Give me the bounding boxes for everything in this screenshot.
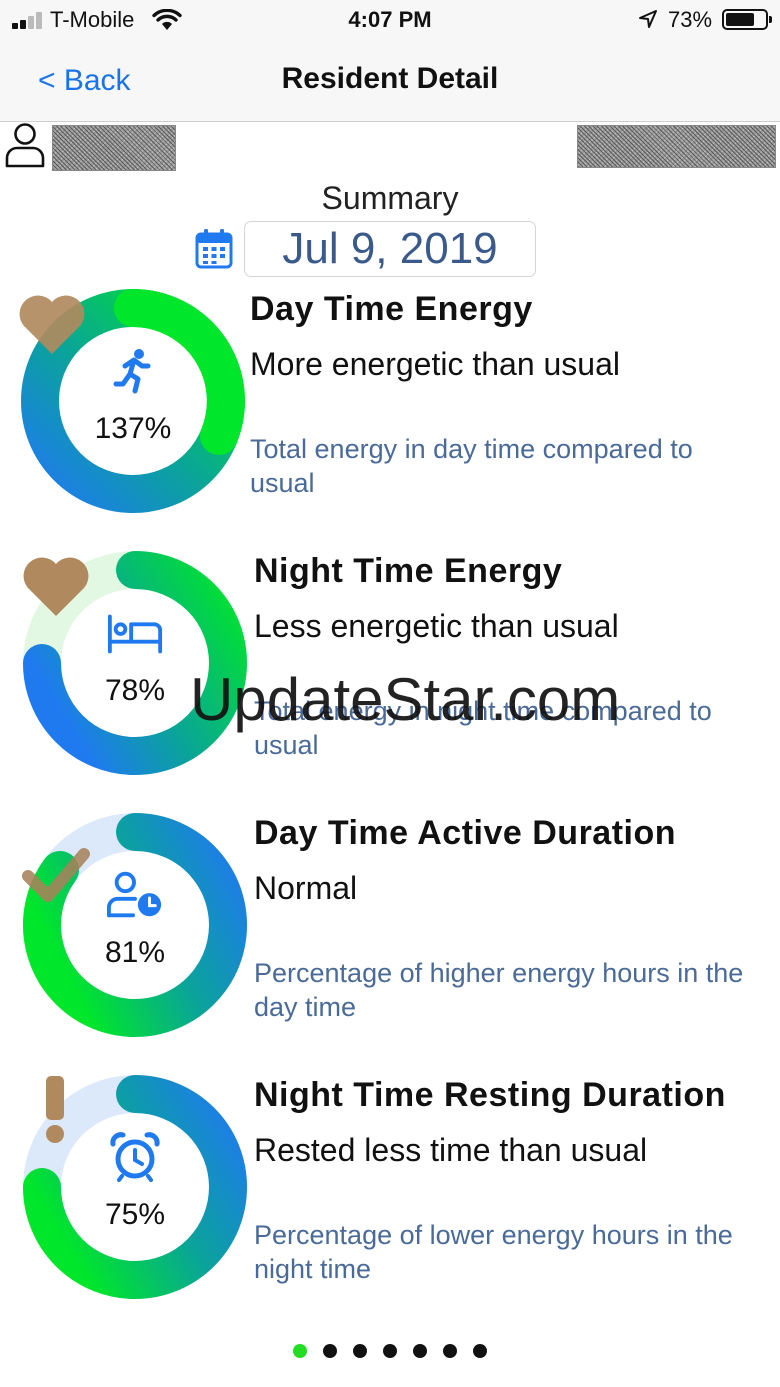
person-clock-icon — [106, 871, 162, 918]
metric-title: Day Time Active Duration — [254, 814, 677, 852]
running-person-icon — [113, 349, 151, 394]
metric-card-day-time-energy[interactable]: 137% Day Time Energy More energetic than… — [0, 288, 780, 528]
location-arrow-icon — [639, 10, 657, 28]
metric-description: Total energy in night time compared to u… — [254, 696, 712, 760]
status-bar: T-Mobile 4:07 PM 73% — [0, 0, 780, 40]
page-dot[interactable] — [473, 1344, 487, 1358]
metric-percentage: 137% — [94, 412, 172, 445]
metric-title: Day Time Energy — [250, 290, 533, 328]
metric-description: Total energy in day time compared to usu… — [250, 434, 693, 498]
checkmark-icon — [22, 848, 90, 902]
metric-description: Percentage of higher energy hours in the… — [254, 958, 744, 1022]
alarm-clock-icon — [110, 1132, 160, 1182]
date-selector[interactable]: Jul 9, 2019 — [244, 221, 536, 277]
metric-description: Percentage of lower energy hours in the … — [254, 1220, 733, 1284]
metric-percentage: 81% — [104, 936, 166, 969]
metric-card-night-time-energy[interactable]: 78% Night Time Energy Less energetic tha… — [0, 550, 780, 790]
metric-card-day-time-active-duration[interactable]: 81% Day Time Active Duration Normal Perc… — [0, 812, 780, 1052]
calendar-icon[interactable] — [195, 229, 233, 269]
navigation-bar: < Back Resident Detail — [0, 40, 780, 122]
redacted-resident-name — [52, 125, 176, 171]
metric-title: Night Time Energy — [254, 552, 563, 590]
redacted-resident-info — [577, 125, 776, 168]
page-dot[interactable] — [413, 1344, 427, 1358]
metric-status: Rested less time than usual — [254, 1132, 648, 1168]
page-dot[interactable] — [353, 1344, 367, 1358]
metric-status: Less energetic than usual — [254, 608, 619, 644]
page-dot[interactable] — [383, 1344, 397, 1358]
bed-icon — [107, 614, 163, 654]
metric-title: Night Time Resting Duration — [254, 1076, 726, 1114]
battery-icon — [722, 9, 772, 30]
page-indicator — [0, 1344, 780, 1360]
metric-percentage: 75% — [104, 1198, 166, 1231]
page-dot[interactable] — [443, 1344, 457, 1358]
metric-percentage: 78% — [104, 674, 166, 707]
metric-status: Normal — [254, 870, 358, 906]
metric-status: More energetic than usual — [250, 346, 620, 382]
page-dot[interactable] — [323, 1344, 337, 1358]
person-icon — [5, 123, 45, 168]
heart-icon — [23, 557, 89, 616]
clock-time: 4:07 PM — [348, 7, 432, 32]
page-dot[interactable] — [293, 1344, 307, 1358]
metric-card-night-time-resting-duration[interactable]: 75% Night Time Resting Duration Rested l… — [0, 1074, 780, 1314]
battery-percentage: 73% — [668, 7, 713, 32]
page-title: Resident Detail — [281, 62, 499, 95]
exclamation-icon — [46, 1076, 64, 1143]
heart-icon — [19, 295, 85, 354]
summary-title: Summary — [321, 180, 459, 216]
